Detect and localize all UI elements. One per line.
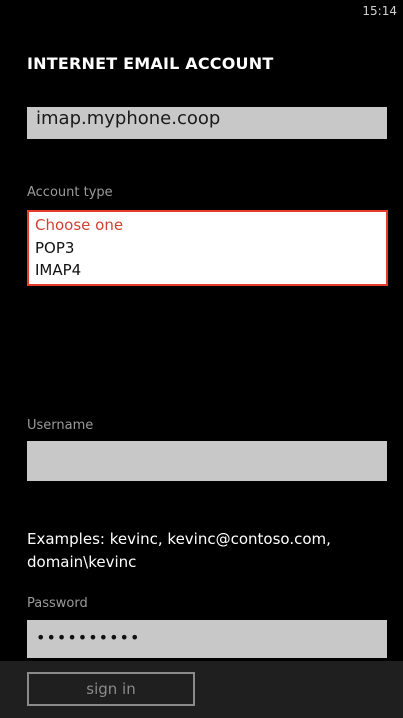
page-title: INTERNET EMAIL ACCOUNT [27, 54, 274, 73]
password-label: Password [27, 596, 88, 611]
status-time: 15:14 [362, 4, 397, 18]
account-type-option-imap4[interactable]: IMAP4 [35, 261, 380, 280]
server-field[interactable]: imap.myphone.coop [27, 107, 387, 139]
username-label: Username [27, 418, 94, 433]
username-examples-hint: Examples: kevinc, kevinc@contoso.com, do… [27, 528, 331, 574]
account-type-option-choose-one[interactable]: Choose one [35, 216, 380, 235]
account-type-label: Account type [27, 185, 113, 200]
examples-line-2: domain\kevinc [27, 553, 137, 571]
password-field[interactable]: •••••••••• [27, 620, 387, 658]
examples-line-1: Examples: kevinc, kevinc@contoso.com, [27, 530, 331, 548]
account-type-option-pop3[interactable]: POP3 [35, 239, 380, 258]
account-type-picker[interactable]: Choose one POP3 IMAP4 [27, 210, 388, 286]
sign-in-button[interactable]: sign in [27, 672, 195, 706]
app-bar: sign in [0, 661, 403, 718]
username-field[interactable] [27, 441, 387, 481]
